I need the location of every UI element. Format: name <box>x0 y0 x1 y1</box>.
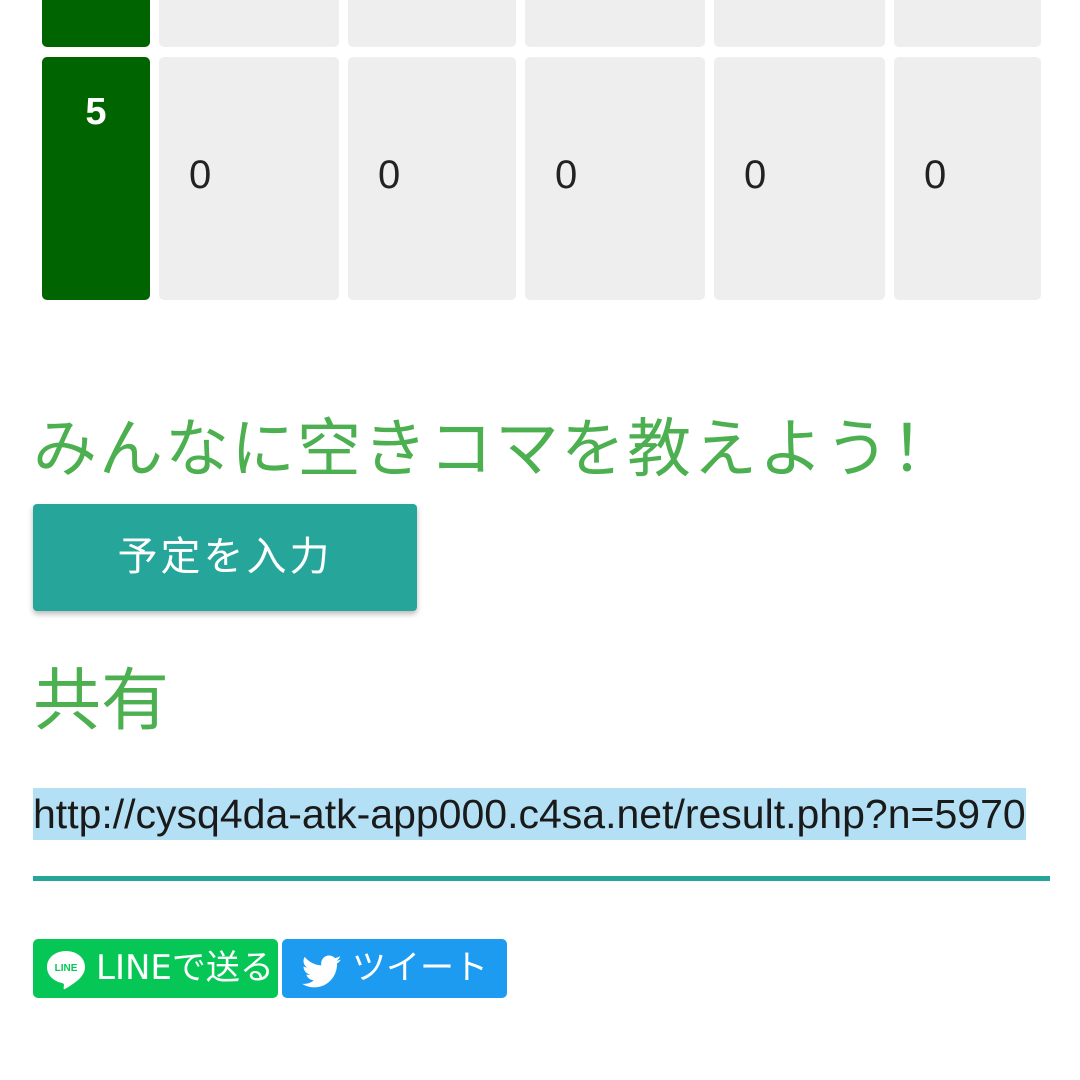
tweet-label: ツイート <box>352 948 488 988</box>
period-cell: 5 <box>42 57 150 300</box>
slot-count: 0 <box>555 153 578 197</box>
line-icon-text: LINE <box>55 963 78 974</box>
line-share-label: LINEで送る <box>96 948 274 988</box>
timetable-row-5: 5 0 0 0 0 0 <box>0 57 1080 300</box>
enter-schedule-button[interactable]: 予定を入力 <box>33 504 417 611</box>
slot-cell[interactable]: 0 <box>714 57 885 300</box>
slot-cell[interactable]: 0 <box>348 57 516 300</box>
line-share-button[interactable]: LINE LINEで送る <box>33 939 278 998</box>
slot-cell[interactable] <box>525 0 705 47</box>
slot-count: 0 <box>924 153 947 197</box>
slot-cell[interactable]: 0 <box>159 57 339 300</box>
period-cell <box>42 0 150 47</box>
line-icon: LINE <box>45 948 87 1009</box>
share-url-text[interactable]: http://cysq4da-atk-app000.c4sa.net/resul… <box>33 788 1026 840</box>
timetable-row-4 <box>0 0 1080 47</box>
slot-count: 0 <box>378 153 401 197</box>
tweet-button[interactable]: ツイート <box>282 939 507 998</box>
slot-count: 0 <box>744 153 767 197</box>
slot-cell[interactable] <box>159 0 339 47</box>
slot-cell[interactable]: 0 <box>894 57 1041 300</box>
twitter-bird-icon <box>301 950 342 1009</box>
share-heading: 共有 <box>33 662 170 741</box>
invite-heading: みんなに空きコマを教えよう！ <box>33 413 957 487</box>
share-url-field[interactable]: http://cysq4da-atk-app000.c4sa.net/resul… <box>33 783 1050 881</box>
slot-cell[interactable] <box>348 0 516 47</box>
slot-cell[interactable]: 0 <box>525 57 705 300</box>
slot-count: 0 <box>189 153 212 197</box>
slot-cell[interactable] <box>894 0 1041 47</box>
slot-cell[interactable] <box>714 0 885 47</box>
